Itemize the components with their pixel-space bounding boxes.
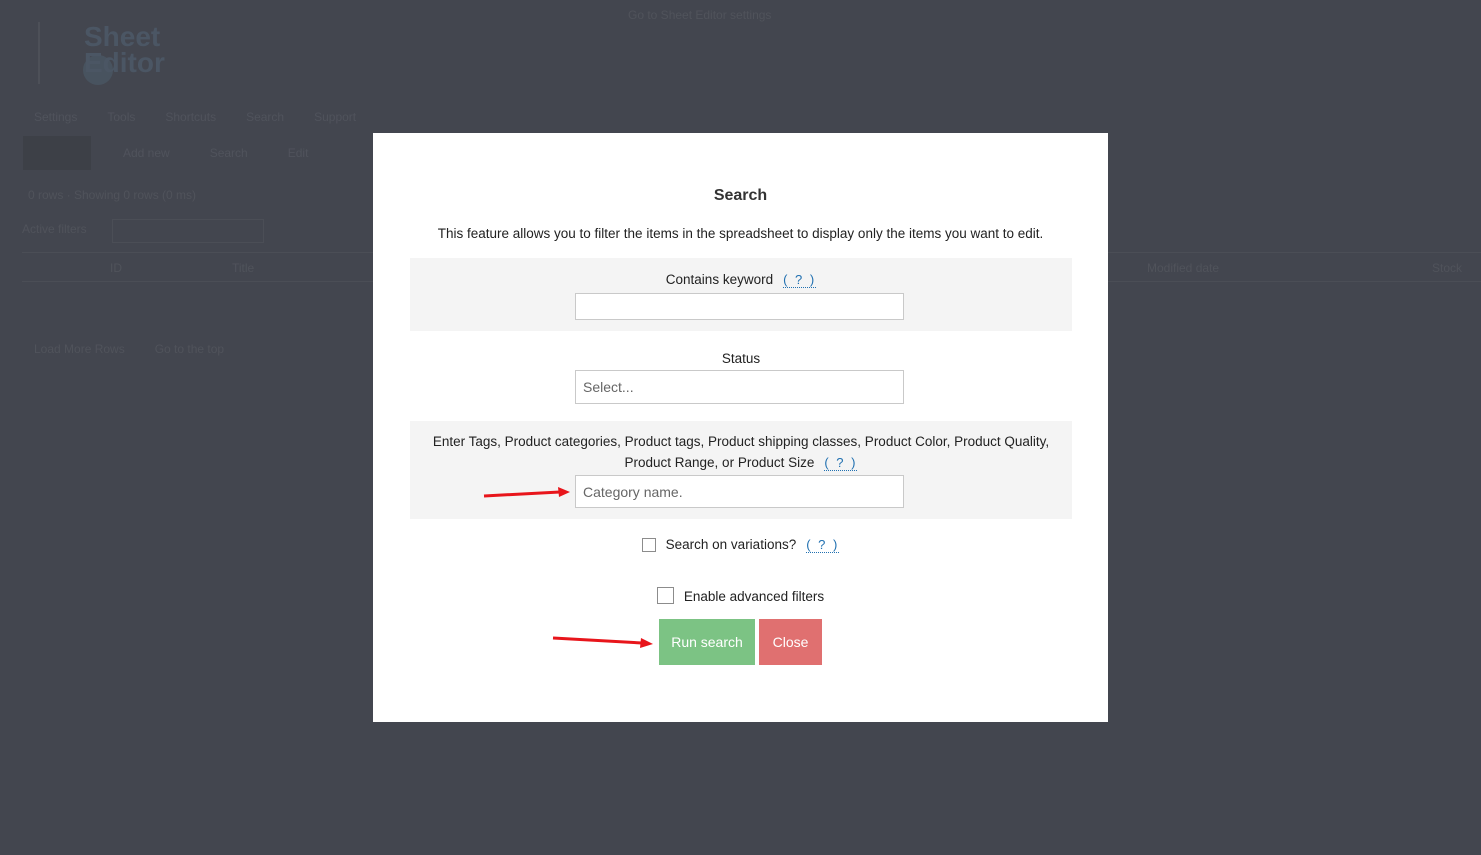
top-message: Go to Sheet Editor settings — [628, 8, 772, 22]
toolbar-item: Edit — [287, 146, 309, 160]
go-top-link: Go to the top — [154, 342, 225, 356]
tags-label: Enter Tags, Product categories, Product … — [410, 431, 1072, 473]
advanced-filters-checkbox[interactable] — [656, 587, 674, 604]
advanced-filters-label: Enable advanced filters — [683, 589, 825, 604]
run-search-button[interactable]: Run search — [659, 619, 755, 665]
filters-label: Active filters — [22, 222, 87, 236]
modal-description: This feature allows you to filter the it… — [437, 226, 1044, 241]
load-more-bar: Load More Rows Go to the top — [34, 342, 224, 356]
toolbar-item: Add new — [123, 146, 170, 160]
keyword-input[interactable] — [575, 293, 904, 320]
toolbar-item: Search — [209, 146, 248, 160]
close-button[interactable]: Close — [759, 619, 822, 665]
modal-title: Search — [713, 187, 768, 204]
rows-info: 0 rows · Showing 0 rows (0 ms) — [28, 188, 197, 202]
menu-item: Tools — [107, 110, 136, 124]
menu-item: Settings — [34, 110, 78, 124]
category-input[interactable] — [575, 475, 904, 508]
status-select[interactable] — [575, 370, 904, 404]
tags-section: Enter Tags, Product categories, Product … — [410, 421, 1072, 519]
load-more-link: Load More Rows — [34, 342, 125, 356]
keyword-label-text: Contains keyword — [665, 272, 774, 287]
menu-item: Search — [246, 110, 285, 124]
keyword-section: Contains keyword ( ? ) — [410, 258, 1072, 331]
search-modal: Search This feature allows you to filter… — [373, 133, 1108, 722]
variations-label: Search on variations? — [665, 537, 797, 552]
keyword-label: Contains keyword ( ? ) — [410, 269, 1072, 290]
keyword-help-link[interactable]: ( ? ) — [783, 272, 817, 288]
variations-help-link[interactable]: ( ? ) — [806, 537, 840, 553]
column-header: Modified date — [1147, 261, 1220, 275]
tags-label-line2: Product Range, or Product Size — [624, 455, 815, 470]
column-header: ID — [110, 261, 122, 275]
column-header: Title — [232, 261, 255, 275]
toolbar-button — [23, 136, 91, 170]
tags-label-line1: Enter Tags, Product categories, Product … — [432, 434, 1050, 449]
column-header: Stock — [1432, 261, 1463, 275]
menu-item: Support — [314, 110, 357, 124]
advanced-row: Enable advanced filters — [373, 587, 1108, 604]
status-label: Status — [721, 351, 761, 366]
tags-help-link[interactable]: ( ? ) — [824, 455, 858, 471]
menu-item: Shortcuts — [165, 110, 217, 124]
status-section: Status — [410, 343, 1072, 409]
filter-pill — [112, 219, 264, 243]
variations-row: Search on variations? ( ? ) — [373, 537, 1108, 553]
app-logo: Sheet Editor — [84, 21, 165, 78]
background-menu: Settings Tools Shortcuts Search Support — [34, 110, 356, 124]
variations-checkbox[interactable] — [641, 538, 656, 552]
